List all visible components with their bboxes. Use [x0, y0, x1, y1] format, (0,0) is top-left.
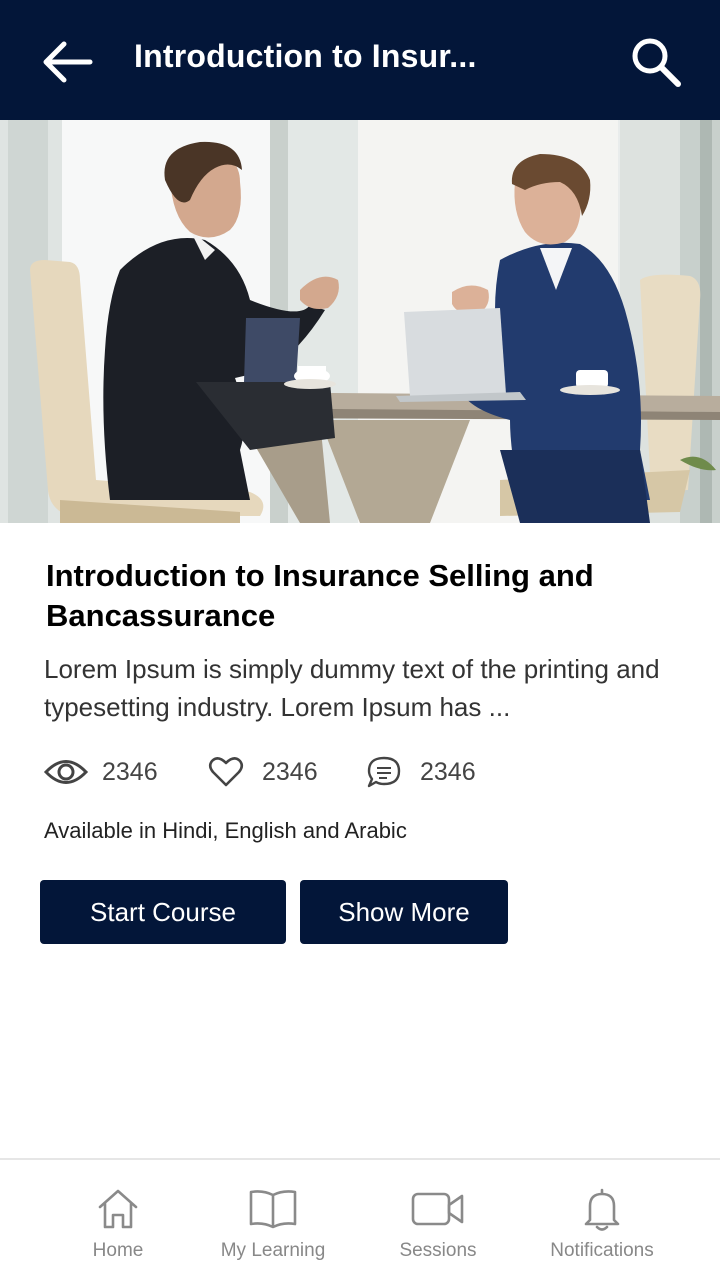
nav-item-notifications[interactable]: Notifications [522, 1160, 682, 1280]
likes-stat[interactable]: 2346 [204, 750, 318, 794]
nav-item-sessions[interactable]: Sessions [358, 1160, 518, 1280]
show-more-button[interactable]: Show More [300, 880, 508, 944]
comment-icon [367, 756, 401, 788]
course-description: Lorem Ipsum is simply dummy text of the … [44, 654, 660, 722]
comments-count: 2346 [420, 757, 476, 786]
book-icon [249, 1190, 297, 1229]
views-count: 2346 [102, 757, 158, 786]
app-bar: Introduction to Insur... [0, 0, 720, 120]
views-stat: 2346 [44, 750, 158, 794]
comments-stat[interactable]: 2346 [362, 750, 476, 794]
arrow-left-icon [43, 41, 93, 83]
start-course-button[interactable]: Start Course [40, 880, 286, 944]
business-meeting-photo [0, 120, 720, 523]
nav-label-home: Home [92, 1240, 144, 1261]
hero-image [0, 120, 720, 523]
home-icon [98, 1189, 138, 1229]
bell-icon [584, 1188, 620, 1231]
search-button[interactable] [624, 30, 688, 94]
likes-count: 2346 [262, 757, 318, 786]
eye-icon [44, 760, 88, 784]
languages-text: Available in Hindi, English and Arabic [44, 818, 407, 843]
video-camera-icon [411, 1192, 464, 1226]
nav-label-notifications: Notifications [550, 1240, 654, 1261]
heart-icon [208, 757, 244, 787]
nav-item-my-learning[interactable]: My Learning [193, 1160, 353, 1280]
course-title: Introduction to Insurance Selling and Ba… [46, 558, 594, 633]
nav-label-my-learning: My Learning [220, 1240, 326, 1261]
search-icon [632, 38, 681, 87]
back-button[interactable] [34, 34, 98, 90]
nav-item-home[interactable]: Home [38, 1160, 198, 1280]
page-title: Introduction to Insur... [134, 38, 477, 74]
course-stats: 2346 2346 2346 [44, 750, 684, 794]
bottom-navigation: Home My Learning Sessions Notifications [0, 1158, 720, 1282]
nav-label-sessions: Sessions [399, 1240, 477, 1261]
